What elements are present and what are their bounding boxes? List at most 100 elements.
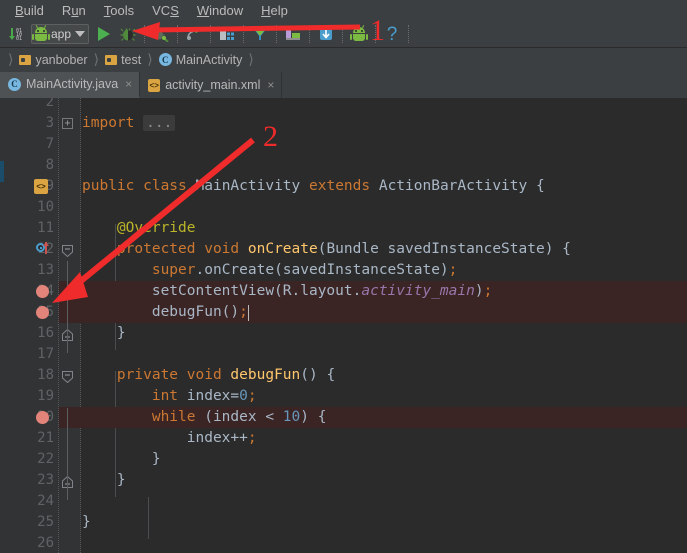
code-token: debugFun()	[82, 304, 240, 320]
code-line-text: protected void onCreate(Bundle savedInst…	[82, 239, 571, 260]
help-icon[interactable]: ?	[381, 23, 403, 46]
run-icon	[98, 27, 111, 41]
java-class-icon: C	[158, 53, 172, 66]
code-line[interactable]: 14 setContentView(R.layout.activity_main…	[0, 281, 687, 302]
code-line[interactable]: 8	[0, 155, 687, 176]
toolbar-separator-7	[342, 25, 344, 43]
sync-project-gradle-icon[interactable]: 01 10 01	[5, 23, 27, 46]
code-token: extends	[309, 178, 379, 194]
fold-collapse-icon[interactable]	[62, 244, 73, 258]
module-selector[interactable]: app	[31, 24, 90, 44]
code-line[interactable]: 15 debugFun();	[0, 302, 687, 323]
code-token: () {	[300, 367, 336, 383]
code-line[interactable]: 12 protected void onCreate(Bundle savedI…	[0, 239, 687, 260]
code-line[interactable]: 20 while (index < 10) {	[0, 407, 687, 428]
code-line-text: debugFun();	[82, 302, 248, 323]
breakpoint-line-highlight-gutter	[59, 302, 82, 323]
code-line[interactable]: 24	[0, 491, 687, 512]
menu-build[interactable]: Build	[6, 0, 53, 21]
breakpoint-marker[interactable]	[36, 306, 49, 319]
code-line-text: while (index < 10) {	[82, 407, 327, 428]
code-line[interactable]: 10	[0, 197, 687, 218]
line-number: 23	[37, 472, 54, 488]
code-line[interactable]: 26	[0, 533, 687, 553]
code-line-text: public class MainActivity extends Action…	[82, 176, 545, 197]
breadcrumb-item-yanbober[interactable]: yanbober	[15, 48, 89, 71]
code-token: private	[82, 367, 187, 383]
attach-debugger-to-process-icon[interactable]	[150, 23, 172, 46]
breakpoint-line-highlight-gutter	[59, 281, 82, 302]
code-line[interactable]: 16 }	[0, 323, 687, 344]
folder-icon	[19, 54, 32, 65]
breadcrumb-label-0: yanbober	[35, 52, 88, 67]
tab-mainactivity-java[interactable]: C MainActivity.java ×	[0, 72, 141, 98]
breadcrumb-item-mainactivity[interactable]: C MainActivity	[155, 48, 245, 71]
sdk-manager-icon[interactable]	[249, 23, 271, 46]
avd-manager-icon[interactable]	[216, 23, 238, 46]
code-token: }	[82, 451, 161, 467]
breakpoint-marker[interactable]	[36, 411, 49, 424]
code-token: super	[82, 262, 196, 278]
code-line[interactable]: 9public class MainActivity extends Actio…	[0, 176, 687, 197]
code-line[interactable]: 23 }	[0, 470, 687, 491]
gradle-sync-icon[interactable]	[183, 23, 205, 46]
folder-icon-2	[105, 54, 118, 65]
breakpoint-marker[interactable]	[36, 285, 49, 298]
module-selector-label: app	[51, 27, 72, 41]
code-line[interactable]: 13 super.onCreate(savedInstanceState);	[0, 260, 687, 281]
menu-build-label-rest: uild	[23, 3, 44, 18]
code-line[interactable]: 21 index++;	[0, 428, 687, 449]
menu-tools[interactable]: Tools	[95, 0, 143, 21]
android-device-monitor-icon[interactable]	[348, 23, 370, 46]
code-token: ) {	[300, 409, 327, 425]
code-line[interactable]: 22 }	[0, 449, 687, 470]
code-line[interactable]: 17	[0, 344, 687, 365]
override-method-icon[interactable]	[36, 242, 50, 256]
menu-vcs[interactable]: VCS	[143, 0, 188, 21]
code-editor[interactable]: 2 3+import ...789public class MainActivit…	[0, 98, 687, 553]
menu-run[interactable]: Run	[53, 0, 95, 21]
line-number: 18	[37, 367, 54, 383]
fold-connector-oncreate	[67, 261, 68, 353]
code-token: onCreate	[247, 241, 318, 257]
code-line[interactable]: 7	[0, 134, 687, 155]
layout-inspector-icon[interactable]	[282, 23, 304, 46]
close-icon-2[interactable]: ×	[267, 78, 274, 92]
code-token: (Bundle savedInstanceState) {	[317, 241, 571, 257]
code-line[interactable]: 19 int index=0;	[0, 386, 687, 407]
line-number: 25	[37, 514, 54, 530]
line-number: 2	[45, 98, 54, 110]
xml-file-icon: <>	[148, 78, 161, 92]
code-line[interactable]: 3 + import ...	[0, 113, 687, 134]
toolbar-separator-2	[177, 25, 179, 43]
code-line[interactable]: 18 private void debugFun() {	[0, 365, 687, 386]
code-token: }	[82, 325, 126, 341]
debug-button[interactable]	[117, 23, 139, 46]
code-line[interactable]: 25}	[0, 512, 687, 533]
line-number: 26	[37, 535, 54, 551]
code-line-text: int index=0;	[82, 386, 257, 407]
tab-activity-main-xml[interactable]: <> activity_main.xml ×	[140, 72, 283, 98]
chevron-down-icon[interactable]	[75, 31, 86, 37]
fold-expand-icon[interactable]: +	[62, 118, 73, 129]
code-line-text: }	[82, 470, 126, 491]
code-line[interactable]: 2	[0, 98, 687, 113]
code-token: debugFun	[230, 367, 301, 383]
menu-window[interactable]: Window	[188, 0, 252, 21]
breakpoint-line-highlight-gutter	[59, 407, 82, 428]
download-icon[interactable]	[315, 23, 337, 46]
code-token: while	[82, 409, 205, 425]
run-class-gutter-icon[interactable]	[34, 179, 48, 194]
fold-collapse-icon[interactable]	[62, 370, 73, 384]
run-button[interactable]	[93, 23, 115, 46]
code-token: ;	[448, 262, 458, 278]
code-line[interactable]: 11 @Override	[0, 218, 687, 239]
breadcrumb-item-test[interactable]: test	[101, 48, 143, 71]
code-token: ActionBarActivity {	[378, 178, 545, 194]
debug-bug-icon	[120, 28, 136, 41]
close-icon[interactable]: ×	[125, 77, 132, 91]
svg-text:01: 01	[16, 36, 22, 42]
menu-help[interactable]: Help	[252, 0, 297, 21]
code-token: )	[474, 283, 484, 299]
line-number: 10	[37, 199, 54, 215]
